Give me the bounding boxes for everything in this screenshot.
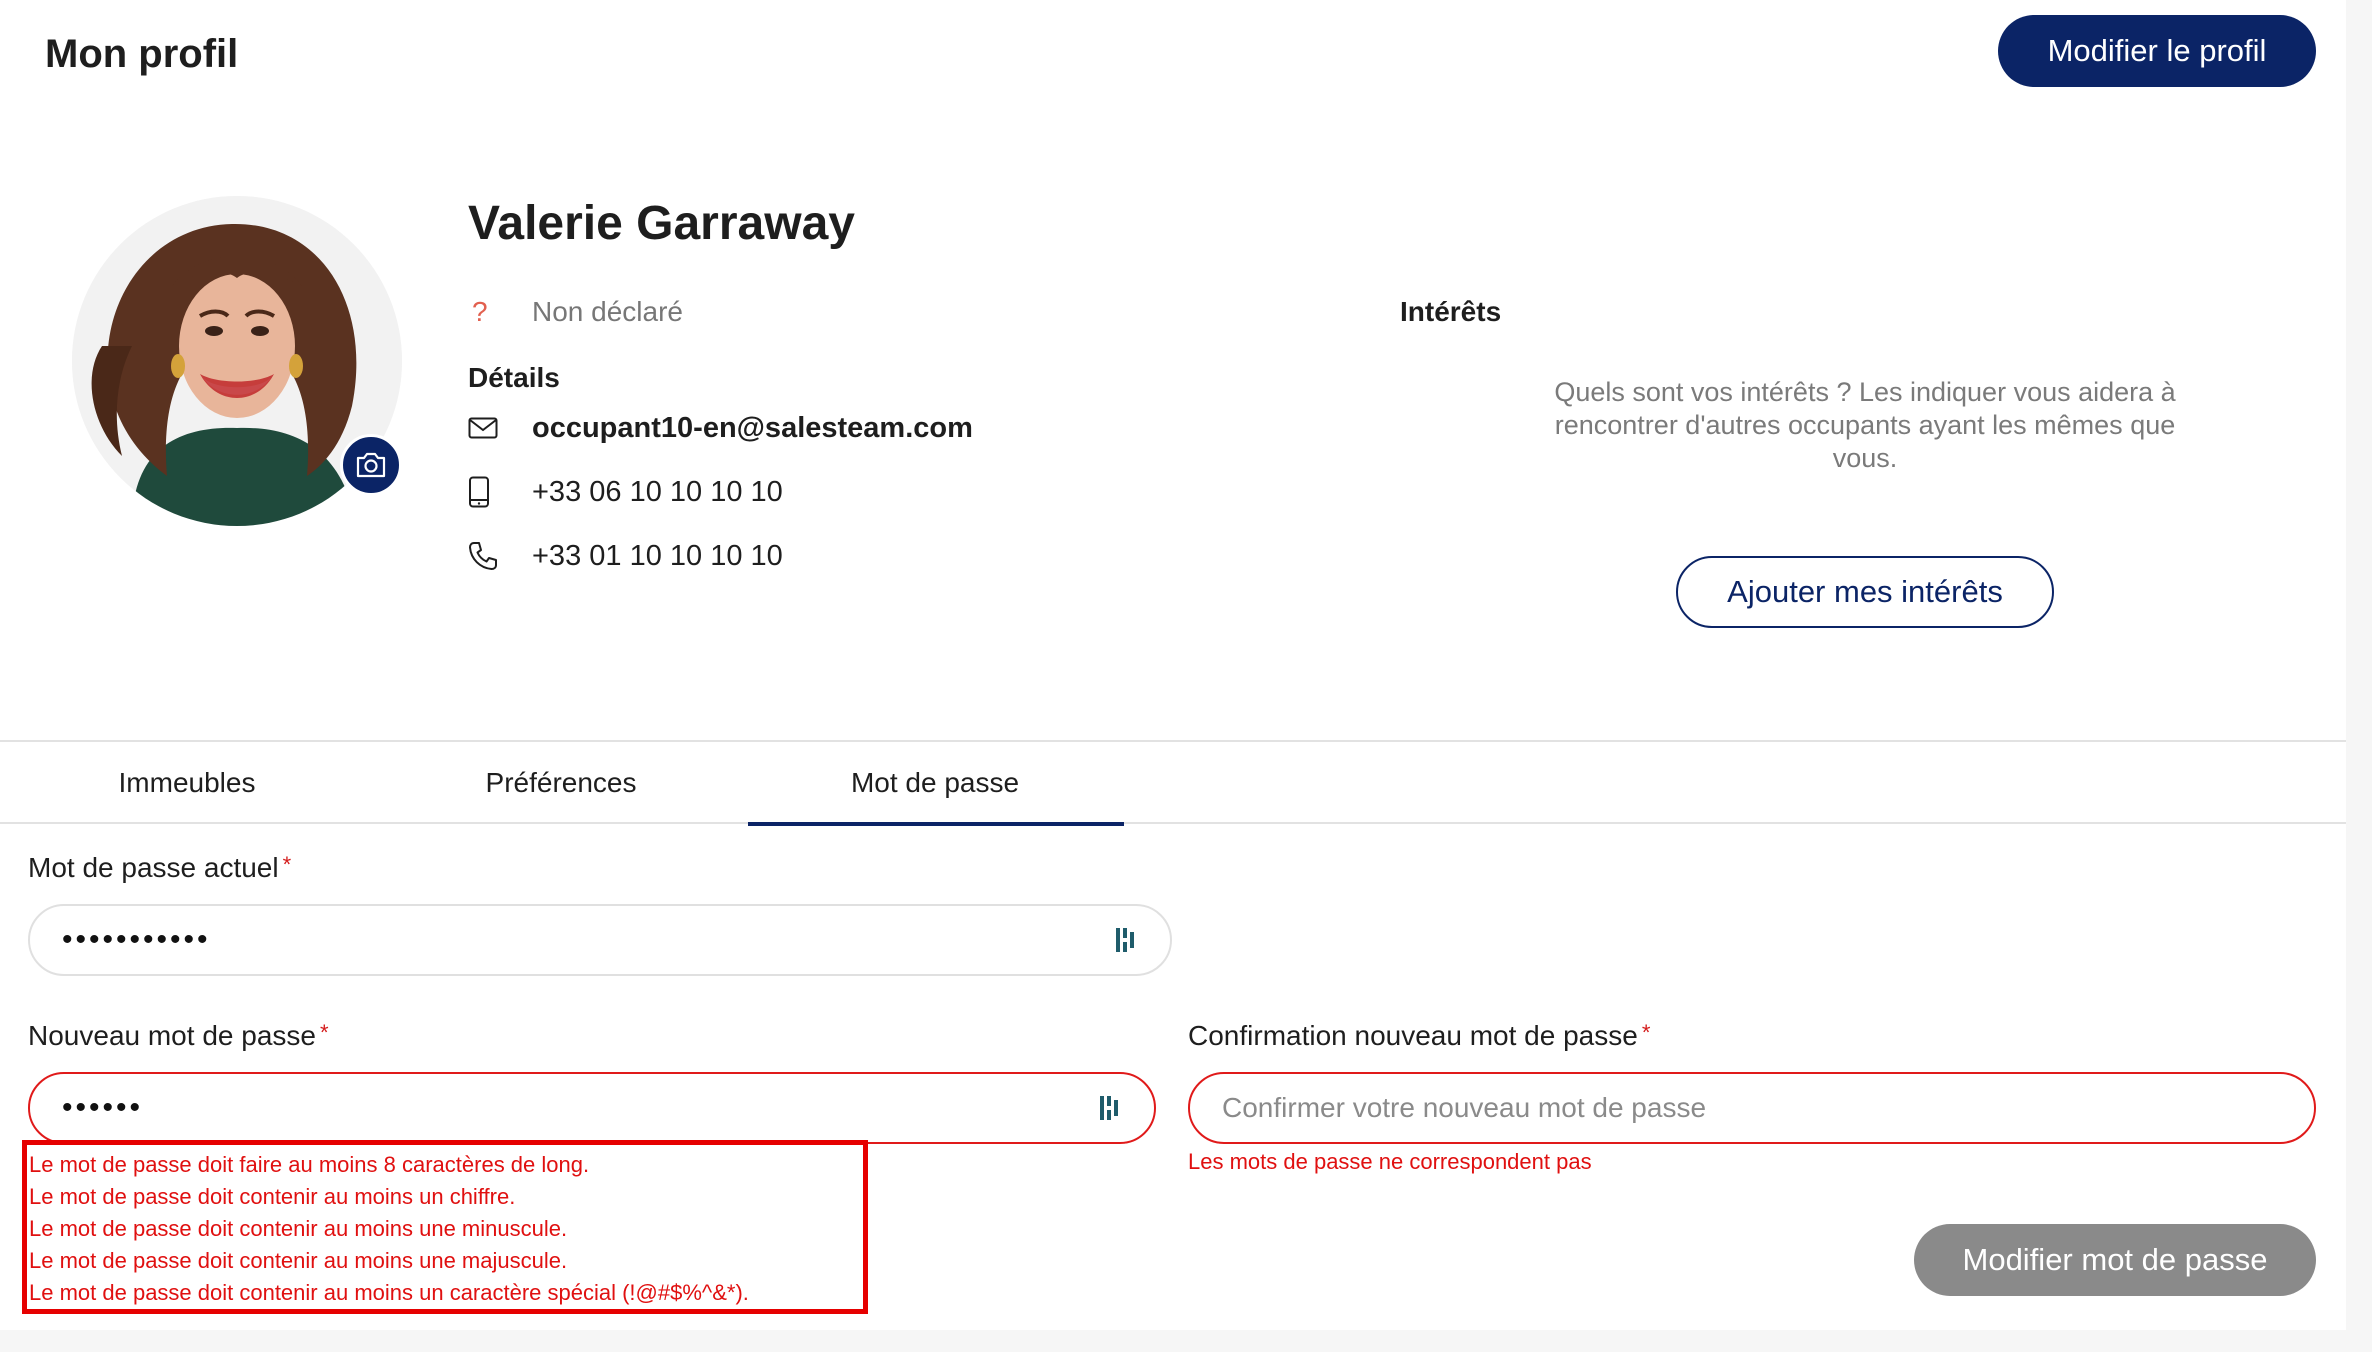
page-title: Mon profil — [45, 32, 239, 76]
add-interests-button[interactable]: Ajouter mes intérêts — [1676, 556, 2054, 628]
required-mark: * — [282, 852, 292, 877]
tab-password[interactable]: Mot de passe — [748, 742, 1124, 826]
current-password-input[interactable]: ••••••••••• — [28, 904, 1172, 976]
new-password-value: •••••• — [62, 1091, 144, 1124]
change-photo-button[interactable] — [340, 434, 402, 496]
user-name: Valerie Garraway — [468, 197, 855, 250]
interests-prompt: Quels sont vos intérêts ? Les indiquer v… — [1554, 377, 2176, 473]
error-message: Le mot de passe doit contenir au moins u… — [29, 1216, 568, 1241]
error-message: Le mot de passe doit contenir au moins u… — [29, 1184, 516, 1209]
confirm-password-placeholder: Confirmer votre nouveau mot de passe — [1222, 1092, 1707, 1123]
mobile-value: +33 06 10 10 10 10 — [532, 475, 783, 508]
question-mark-icon: ? — [472, 296, 488, 327]
new-password-input[interactable]: •••••• — [28, 1072, 1156, 1144]
phone-handset-icon — [468, 536, 532, 576]
change-password-button[interactable]: Modifier mot de passe — [1914, 1224, 2316, 1296]
error-message: Le mot de passe doit contenir au moins u… — [29, 1280, 749, 1305]
tab-buildings[interactable]: Immeubles — [0, 742, 374, 824]
required-mark: * — [1641, 1020, 1651, 1045]
new-password-errors: Le mot de passe doit faire au moins 8 ca… — [22, 1140, 868, 1314]
confirm-password-error: Les mots de passe ne correspondent pas — [1188, 1149, 1592, 1174]
confirm-password-label-text: Confirmation nouveau mot de passe — [1188, 1020, 1638, 1051]
error-message: Le mot de passe doit contenir au moins u… — [29, 1248, 568, 1273]
page-header: Mon profil Modifier le profil — [0, 0, 2346, 118]
tabs-bar: Immeubles Préférences Mot de passe — [0, 740, 2346, 826]
camera-icon — [356, 452, 386, 478]
current-password-label: Mot de passe actuel * — [28, 852, 291, 884]
error-message: Le mot de passe doit faire au moins 8 ca… — [29, 1152, 590, 1177]
avatar-container — [72, 196, 402, 526]
current-password-label-text: Mot de passe actuel — [28, 852, 279, 883]
details-title: Détails — [468, 362, 560, 393]
edit-profile-button[interactable]: Modifier le profil — [1998, 15, 2316, 87]
mobile-phone-icon — [468, 472, 532, 512]
current-password-value: ••••••••••• — [62, 923, 211, 956]
phone-row: +33 01 10 10 10 10 — [468, 536, 783, 576]
mobile-row: +33 06 10 10 10 10 — [468, 472, 783, 512]
email-row: occupant10-en@salesteam.com — [468, 408, 973, 448]
gender-value: Non déclaré — [532, 296, 683, 327]
interests-title: Intérêts — [1400, 296, 1502, 327]
confirm-password-input[interactable]: Confirmer votre nouveau mot de passe — [1188, 1072, 2316, 1144]
required-mark: * — [319, 1020, 329, 1045]
password-manager-icon[interactable] — [1098, 1093, 1122, 1123]
confirm-password-label: Confirmation nouveau mot de passe * — [1188, 1020, 1650, 1052]
email-value: occupant10-en@salesteam.com — [532, 411, 973, 444]
new-password-label-text: Nouveau mot de passe — [28, 1020, 316, 1051]
tab-preferences[interactable]: Préférences — [374, 742, 748, 824]
new-password-label: Nouveau mot de passe * — [28, 1020, 329, 1052]
password-manager-icon[interactable] — [1114, 925, 1138, 955]
envelope-icon — [468, 408, 532, 448]
phone-value: +33 01 10 10 10 10 — [532, 539, 783, 572]
gender-row: ? Non déclaré — [472, 296, 683, 328]
